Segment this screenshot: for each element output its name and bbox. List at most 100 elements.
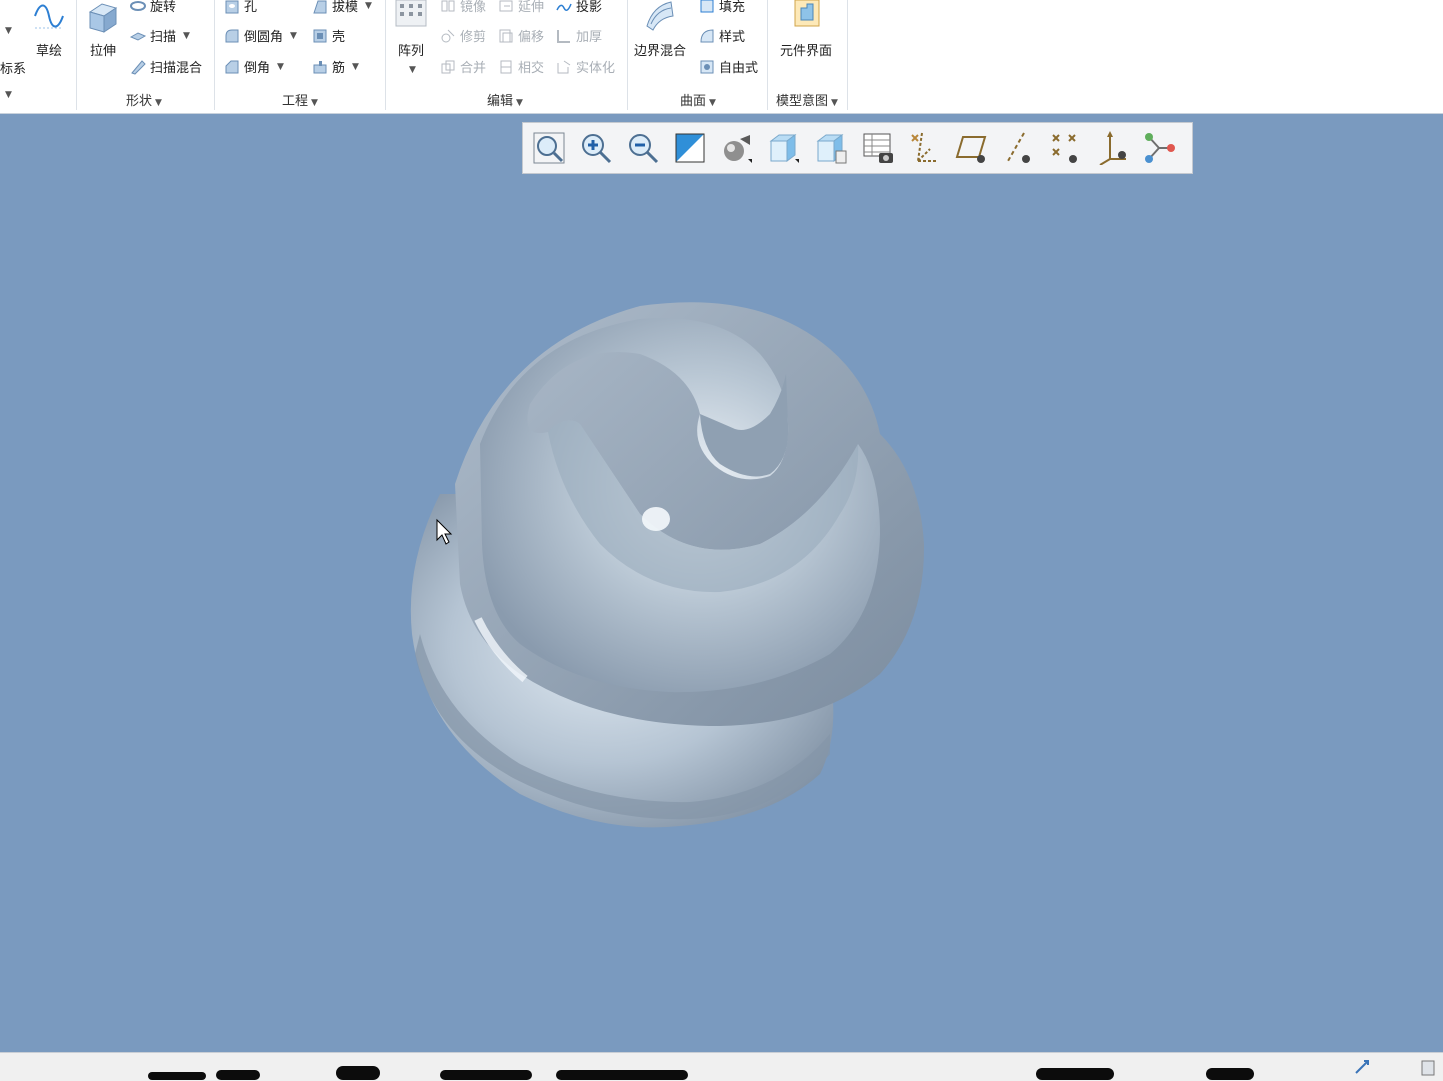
view-manager-button[interactable] <box>813 130 849 166</box>
trim-icon <box>441 29 455 42</box>
overlay-mark <box>148 1072 206 1080</box>
overlay-mark <box>556 1070 688 1080</box>
model-intent-group-label[interactable]: 模型意图 ▼ <box>776 90 838 109</box>
pattern-icon <box>395 0 427 27</box>
solidify-button[interactable]: 实体化 <box>556 57 615 76</box>
round-button[interactable]: 倒圆角 ▼ <box>224 26 297 45</box>
sketch-label: 草绘 <box>35 44 62 59</box>
swept-blend-button[interactable]: 扫描混合 <box>130 57 202 76</box>
boundary-blend-button[interactable]: 边界混合 <box>634 0 686 59</box>
sketch-button[interactable]: 草绘 <box>32 0 66 59</box>
plane-display-button[interactable] <box>954 130 990 166</box>
extrude-icon <box>88 3 118 33</box>
merge-icon <box>441 60 455 73</box>
round-dropdown-caret[interactable]: ▼ <box>290 31 297 41</box>
surfaces-group-label[interactable]: 曲面 ▼ <box>680 90 716 109</box>
perspective-view-button[interactable] <box>860 130 896 166</box>
mirror-button[interactable]: 镜像 <box>440 0 486 15</box>
style-icon <box>700 28 714 42</box>
graphics-viewport[interactable] <box>0 114 1443 1052</box>
csys-display-button[interactable] <box>1095 130 1131 166</box>
component-interface-label: 元件界面 <box>780 44 833 59</box>
chamfer-button[interactable]: 倒角 ▼ <box>224 57 284 76</box>
hole-button[interactable]: 孔 <box>224 0 257 15</box>
revolve-icon <box>130 0 146 11</box>
chamfer-dropdown-caret[interactable]: ▼ <box>277 62 284 72</box>
fill-button[interactable]: 填充 <box>699 0 745 15</box>
spin-center-icon <box>1145 133 1175 163</box>
component-interface-icon <box>794 0 820 27</box>
project-button[interactable]: 投影 <box>556 0 602 15</box>
sweep-dropdown-caret[interactable]: ▼ <box>183 31 190 41</box>
overlay-mark <box>1206 1068 1254 1080</box>
editing-group-label[interactable]: 编辑 ▼ <box>487 90 523 109</box>
zoom-in-icon <box>582 134 612 164</box>
selection-filter-icon[interactable] <box>1352 1057 1372 1077</box>
extrude-label: 拉伸 <box>89 44 116 59</box>
freestyle-button[interactable]: 自由式 <box>699 57 758 76</box>
rib-button[interactable]: 筋 ▼ <box>312 57 359 76</box>
saved-orientations-button[interactable] <box>766 130 802 166</box>
coord-system-label[interactable]: 标系 <box>0 58 26 77</box>
extend-icon <box>499 0 513 11</box>
draft-dropdown-caret[interactable]: ▼ <box>365 1 372 11</box>
refit-button[interactable] <box>531 130 567 166</box>
thicken-button[interactable]: 加厚 <box>556 26 602 45</box>
swept-blend-icon <box>131 59 146 75</box>
rib-icon <box>313 60 327 73</box>
shell-button[interactable]: 壳 <box>312 26 345 45</box>
spin-center-button[interactable] <box>1142 130 1178 166</box>
shell-icon <box>313 29 327 42</box>
intersect-button[interactable]: 相交 <box>498 57 544 76</box>
rib-dropdown-caret[interactable]: ▼ <box>352 62 359 72</box>
project-icon <box>556 3 572 11</box>
datum-display-filters-icon <box>911 132 936 162</box>
draft-icon <box>313 0 327 13</box>
draft-button[interactable]: 拔模 ▼ <box>312 0 372 15</box>
extend-button[interactable]: 延伸 <box>498 0 544 15</box>
sweep-button[interactable]: 扫描 ▼ <box>130 26 190 45</box>
offset-icon <box>499 29 513 42</box>
sweep-icon <box>130 31 146 41</box>
intersect-icon <box>500 60 512 73</box>
zoom-in-button[interactable] <box>578 130 614 166</box>
saved-orientations-icon <box>769 134 799 163</box>
axis-display-button[interactable] <box>1001 130 1037 166</box>
display-style-icon <box>724 135 752 163</box>
overlay-mark <box>1036 1068 1114 1080</box>
thicken-icon <box>557 29 570 43</box>
plane-display-icon <box>955 136 987 163</box>
trim-button[interactable]: 修剪 <box>440 26 486 45</box>
pattern-dropdown-caret[interactable]: ▼ <box>409 65 416 75</box>
sketch-icon <box>34 4 64 29</box>
coord-system-dropdown[interactable]: ▼ <box>2 26 12 36</box>
perspective-view-icon <box>863 133 893 163</box>
round-icon <box>225 29 239 42</box>
point-display-button[interactable] <box>1048 130 1084 166</box>
component-interface-button[interactable]: 元件界面 <box>780 0 832 59</box>
overlay-mark <box>440 1070 532 1080</box>
repaint-icon <box>675 133 705 163</box>
merge-button[interactable]: 合并 <box>440 57 486 76</box>
pattern-label: 阵列 <box>397 44 424 59</box>
pattern-button[interactable]: 阵列 ▼ <box>394 0 428 75</box>
model-3d[interactable] <box>0 114 1443 1052</box>
refit-icon <box>533 132 565 164</box>
repaint-button[interactable] <box>672 130 708 166</box>
engineering-group-label[interactable]: 工程 ▼ <box>282 90 318 109</box>
datum-display-filters-button[interactable] <box>907 130 943 166</box>
boundary-blend-icon <box>646 1 674 31</box>
freestyle-icon <box>700 60 714 73</box>
offset-button[interactable]: 偏移 <box>498 26 544 45</box>
style-button[interactable]: 样式 <box>699 26 745 45</box>
ribbon: ▼ 标系 ▼ 草绘 拉伸 旋转 扫描 ▼ 扫描混合 形状 ▼ 孔 拔模 ▼ 倒圆… <box>0 0 1443 114</box>
display-style-button[interactable] <box>719 130 755 166</box>
shape-group-label[interactable]: 形状 ▼ <box>126 90 162 109</box>
extrude-button[interactable]: 拉伸 <box>86 0 120 59</box>
revolve-button[interactable]: 旋转 <box>130 0 176 15</box>
datum-group-caret[interactable]: ▼ <box>2 90 12 100</box>
overlay-mark <box>336 1066 380 1080</box>
zoom-out-button[interactable] <box>625 130 661 166</box>
view-manager-icon <box>816 134 847 164</box>
status-menu-icon[interactable] <box>1418 1057 1438 1077</box>
